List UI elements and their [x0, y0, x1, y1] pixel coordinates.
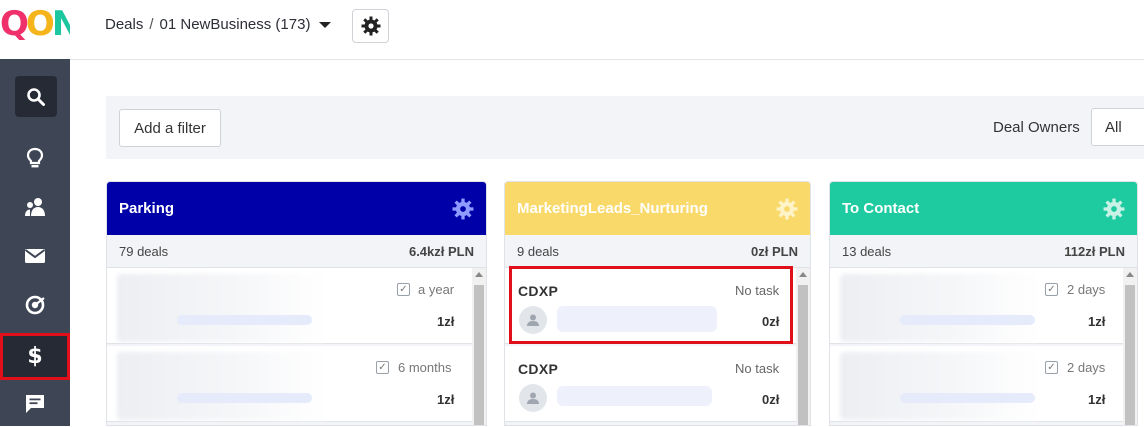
deal-name: CDXP	[518, 361, 559, 377]
search-button[interactable]	[15, 76, 57, 117]
deal-value: 1zł	[1088, 314, 1106, 329]
deal-card[interactable]: ✓ a year 1zł	[107, 268, 472, 344]
blurred-deal-name	[117, 274, 327, 342]
logo-text: QON	[0, 4, 80, 44]
column-scrollbar[interactable]	[796, 268, 810, 425]
gear-icon[interactable]	[776, 198, 798, 220]
deal-value: 1zł	[1088, 392, 1106, 407]
deal-card[interactable]: ✓ 6 months 1zł	[107, 346, 472, 422]
checkbox-icon[interactable]: ✓	[1045, 283, 1058, 296]
blurred-deal-name	[840, 274, 1040, 342]
sidebar: QON $	[0, 0, 80, 427]
chat-icon	[26, 395, 44, 413]
blurred-contact	[557, 386, 712, 406]
task-due: 6 months	[398, 360, 452, 375]
contacts-icon	[25, 198, 45, 216]
scroll-up-icon[interactable]	[1126, 272, 1134, 277]
column-header: To Contact	[830, 182, 1137, 235]
deal-card[interactable]: CDXP No task 0zł	[505, 346, 796, 422]
column-stats: 79 deals 6.4kzł PLN	[107, 235, 486, 268]
breadcrumb-separator: /	[149, 16, 154, 33]
column-amount: 0zł PLN	[751, 243, 798, 259]
breadcrumb: Deals / 01 NewBusiness (173)	[105, 16, 332, 33]
mail-icon	[24, 249, 46, 263]
scroll-thumb[interactable]	[1125, 285, 1135, 425]
sidebar-item-messages[interactable]	[0, 381, 70, 427]
scroll-up-icon[interactable]	[799, 272, 807, 277]
column-stats: 13 deals 112zł PLN	[830, 235, 1137, 268]
chevron-down-icon[interactable]	[319, 21, 332, 28]
sidebar-item-campaigns[interactable]	[0, 282, 70, 328]
deal-card[interactable]: ✓ 2 days 1zł	[830, 268, 1123, 344]
filter-bar: Add a filter Deal Owners All	[106, 96, 1144, 159]
blurred-contact	[900, 393, 1035, 403]
pipeline-settings-button[interactable]	[352, 9, 389, 43]
column-scrollbar[interactable]	[472, 268, 486, 425]
sidebar-item-contacts[interactable]	[0, 184, 70, 230]
dollar-icon: $	[27, 344, 43, 369]
blurred-contact	[177, 393, 312, 403]
column-title: To Contact	[842, 200, 920, 217]
highlight-outline	[509, 266, 793, 344]
target-icon	[25, 295, 45, 315]
checkbox-icon[interactable]: ✓	[376, 361, 389, 374]
gear-icon[interactable]	[1103, 198, 1125, 220]
deals-count: 79 deals	[119, 243, 169, 259]
top-header: Deals / 01 NewBusiness (173)	[70, 0, 1144, 60]
scroll-up-icon[interactable]	[475, 272, 483, 277]
avatar	[519, 384, 547, 412]
user-icon	[527, 392, 539, 404]
column-amount: 112zł PLN	[1064, 243, 1125, 259]
column-header: Parking	[107, 182, 486, 235]
task-due: 2 days	[1067, 282, 1106, 297]
search-icon	[27, 87, 45, 106]
blurred-contact	[900, 315, 1035, 325]
blurred-deal-name	[117, 352, 327, 420]
scroll-thumb[interactable]	[798, 285, 808, 425]
add-filter-button[interactable]: Add a filter	[119, 109, 221, 147]
column-title: Parking	[119, 200, 175, 217]
sidebar-item-deals[interactable]: $	[0, 333, 70, 380]
lightbulb-icon	[26, 147, 44, 168]
sidebar-item-leads[interactable]	[0, 135, 70, 181]
deal-value: 0zł	[762, 392, 780, 407]
card-list: ✓ 2 days 1zł ✓ 2 days 1zł	[830, 268, 1137, 425]
deals-count: 9 deals	[517, 243, 559, 259]
deal-owners-select[interactable]: All	[1091, 108, 1144, 146]
column-scrollbar[interactable]	[1123, 268, 1137, 425]
checkbox-icon[interactable]: ✓	[397, 283, 410, 296]
blurred-contact	[177, 315, 312, 325]
deal-value: 1zł	[437, 392, 455, 407]
pipeline-column-parking: Parking 79 deals 6.4kzł PLN ✓ a year 1zł…	[106, 181, 487, 426]
task-due: a year	[418, 282, 455, 297]
scroll-thumb[interactable]	[474, 285, 484, 425]
deal-card[interactable]: ✓ 2 days 1zł	[830, 346, 1123, 422]
column-amount: 6.4kzł PLN	[408, 243, 474, 259]
card-list: ✓ a year 1zł ✓ 6 months 1zł	[107, 268, 486, 425]
deals-count: 13 deals	[842, 243, 892, 259]
deal-owners-label: Deal Owners	[993, 119, 1080, 136]
pipeline-selector[interactable]: 01 NewBusiness (173)	[160, 16, 311, 33]
gear-icon[interactable]	[452, 198, 474, 220]
deal-value: 1zł	[437, 314, 455, 329]
task-status: No task	[735, 361, 780, 376]
app-logo[interactable]: QON	[0, 0, 80, 59]
checkbox-icon[interactable]: ✓	[1045, 361, 1058, 374]
blurred-deal-name	[840, 352, 1040, 420]
column-stats: 9 deals 0zł PLN	[505, 235, 810, 268]
column-title: MarketingLeads_Nurturing	[517, 200, 708, 217]
sidebar-item-mail[interactable]	[0, 233, 70, 279]
pipeline-column-to-contact: To Contact 13 deals 112zł PLN ✓ 2 days 1…	[829, 181, 1138, 426]
gear-icon	[361, 16, 380, 36]
breadcrumb-deals[interactable]: Deals	[105, 16, 143, 33]
task-due: 2 days	[1067, 360, 1106, 375]
column-header: MarketingLeads_Nurturing	[505, 182, 810, 235]
